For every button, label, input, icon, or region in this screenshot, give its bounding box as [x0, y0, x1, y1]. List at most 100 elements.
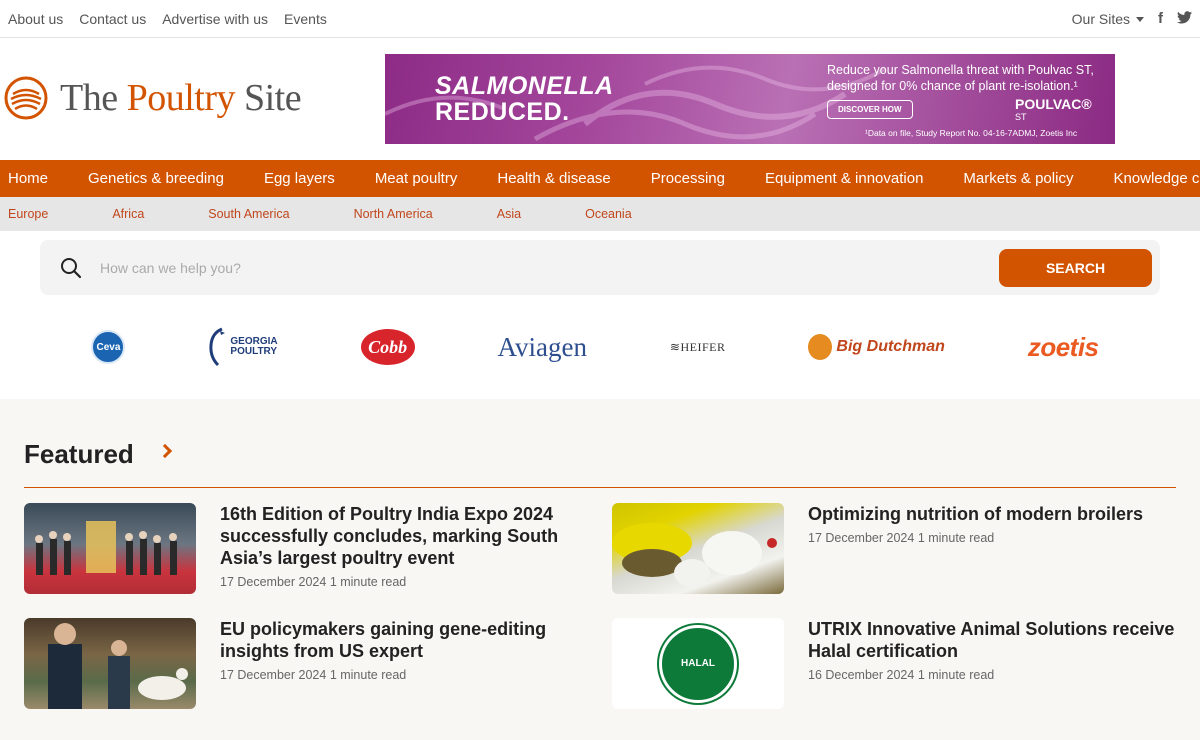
advertise-link[interactable]: Advertise with us — [162, 11, 268, 27]
our-sites-label: Our Sites — [1071, 10, 1130, 27]
region-africa[interactable]: Africa — [80, 207, 176, 221]
banner-footnote: ¹Data on file, Study Report No. 04-16-7A… — [865, 128, 1078, 138]
article-title[interactable]: Optimizing nutrition of modern broilers — [808, 503, 1143, 525]
banner-brand: POULVAC® — [1015, 96, 1092, 112]
partner-heifer[interactable]: ≋HEIFER — [670, 322, 726, 372]
article-title[interactable]: EU policymakers gaining gene-editing ins… — [220, 618, 612, 662]
nav-meat-poultry[interactable]: Meat poultry — [355, 170, 478, 187]
featured-grid: 16th Edition of Poultry India Expo 2024 … — [24, 503, 1176, 709]
article-meta: 17 December 2024 1 minute read — [220, 668, 612, 682]
about-us-link[interactable]: About us — [8, 11, 63, 27]
nav-processing[interactable]: Processing — [631, 170, 745, 187]
big-dutchman-label: Big Dutchman — [836, 338, 945, 355]
heifer-logo: ≋HEIFER — [669, 339, 726, 354]
article-date: 17 December 2024 — [220, 575, 327, 589]
article-card[interactable]: Optimizing nutrition of modern broilers … — [612, 503, 1176, 594]
article-card[interactable]: EU policymakers gaining gene-editing ins… — [24, 618, 612, 709]
article-thumbnail[interactable] — [24, 503, 196, 594]
logo-word-the: The — [60, 77, 118, 119]
region-south-america[interactable]: South America — [176, 207, 321, 221]
article-text: 16th Edition of Poultry India Expo 2024 … — [220, 503, 612, 594]
article-thumbnail[interactable] — [612, 503, 784, 594]
search-bar: SEARCH — [40, 240, 1160, 295]
banner-cta-button[interactable]: DISCOVER HOW — [827, 100, 913, 119]
article-card[interactable]: HALAL UTRIX Innovative Animal Solutions … — [612, 618, 1176, 709]
broilers-photo — [612, 523, 777, 587]
partner-georgia-poultry[interactable]: GEORGIA POULTRY — [208, 322, 278, 372]
rooster-icon — [209, 327, 226, 367]
partner-big-dutchman[interactable]: Big Dutchman — [808, 322, 945, 372]
banner-copy-line-2: designed for 0% chance of plant re-isola… — [827, 79, 1078, 93]
advert-banner[interactable]: SALMONELLA REDUCED. Reduce your Salmonel… — [385, 54, 1115, 144]
search-button[interactable]: SEARCH — [999, 248, 1152, 287]
article-read-time: 1 minute read — [917, 668, 995, 682]
events-link[interactable]: Events — [284, 11, 327, 27]
main-nav: Home Genetics & breeding Egg layers Meat… — [0, 160, 1200, 197]
featured-header[interactable]: Featured — [24, 435, 1176, 473]
dutchman-figure-icon — [808, 334, 833, 360]
banner-brand-sub: ST — [1015, 112, 1027, 122]
article-read-time: 1 minute read — [329, 668, 407, 682]
site-logo[interactable]: The Poultry Site — [4, 76, 302, 120]
nav-egg-layers[interactable]: Egg layers — [244, 170, 355, 187]
region-north-america[interactable]: North America — [322, 207, 465, 221]
partner-cobb[interactable]: Cobb — [360, 322, 415, 372]
partner-aviagen[interactable]: Aviagen — [498, 322, 587, 372]
chevron-down-icon — [1136, 17, 1144, 23]
poultry-site-logo-icon — [4, 76, 48, 120]
partner-ceva[interactable]: Ceva — [91, 322, 126, 372]
big-dutchman-logo: Big Dutchman — [808, 334, 945, 360]
expo-photo — [35, 521, 177, 575]
nav-equipment-innovation[interactable]: Equipment & innovation — [745, 170, 943, 187]
utility-right: Our Sites f — [1072, 10, 1192, 27]
article-read-time: 1 minute read — [917, 531, 995, 545]
chevron-right-icon — [157, 443, 172, 459]
article-meta: 16 December 2024 1 minute read — [808, 668, 1176, 682]
nav-home[interactable]: Home — [0, 170, 68, 187]
article-thumbnail[interactable] — [24, 618, 196, 709]
utility-links: About us Contact us Advertise with us Ev… — [8, 11, 327, 27]
banner-headline-2: REDUCED. — [435, 98, 570, 126]
article-text: Optimizing nutrition of modern broilers … — [808, 503, 1143, 594]
logo-word-site: Site — [243, 77, 302, 119]
article-thumbnail[interactable]: HALAL — [612, 618, 784, 709]
article-date: 17 December 2024 — [220, 668, 327, 682]
halal-certified-badge: HALAL — [659, 624, 737, 703]
nav-genetics-breeding[interactable]: Genetics & breeding — [68, 170, 244, 187]
region-asia[interactable]: Asia — [465, 207, 553, 221]
georgia-line-2: POULTRY — [230, 346, 278, 357]
banner-copy-line-1: Reduce your Salmonella threat with Poulv… — [827, 63, 1094, 77]
banner-headline-1: SALMONELLA — [435, 72, 614, 100]
twitter-icon[interactable] — [1177, 10, 1192, 27]
partner-logos: Ceva GEORGIA POULTRY Cobb Aviagen ≋HEIFER… — [0, 295, 1200, 399]
nav-knowledge-centre[interactable]: Knowledge centre — [1093, 170, 1200, 187]
our-sites-dropdown[interactable]: Our Sites — [1072, 11, 1144, 27]
facebook-icon[interactable]: f — [1158, 10, 1163, 27]
nav-health-disease[interactable]: Health & disease — [477, 170, 630, 187]
article-card[interactable]: 16th Edition of Poultry India Expo 2024 … — [24, 503, 612, 594]
ceva-logo: Ceva — [91, 330, 126, 364]
aviagen-logo: Aviagen — [497, 331, 587, 362]
search-section: SEARCH — [0, 231, 1200, 295]
site-header: The Poultry Site SALMONELLA REDUCED. Red… — [0, 38, 1200, 160]
article-date: 17 December 2024 — [808, 531, 915, 545]
nav-markets-policy[interactable]: Markets & policy — [943, 170, 1093, 187]
halal-badge-label: HALAL — [681, 658, 715, 669]
partner-zoetis[interactable]: zoetis — [1028, 322, 1099, 372]
article-text: EU policymakers gaining gene-editing ins… — [220, 618, 612, 709]
article-title[interactable]: UTRIX Innovative Animal Solutions receiv… — [808, 618, 1176, 662]
logo-word-poultry: Poultry — [126, 77, 236, 119]
goat-barn-photo — [48, 623, 188, 709]
featured-divider — [24, 487, 1176, 488]
search-icon — [61, 257, 82, 278]
region-europe[interactable]: Europe — [0, 207, 80, 221]
article-title[interactable]: 16th Edition of Poultry India Expo 2024 … — [220, 503, 612, 569]
contact-us-link[interactable]: Contact us — [79, 11, 146, 27]
featured-title: Featured — [24, 438, 134, 469]
featured-section: Featured 16th Edition of Poultry India E… — [0, 399, 1200, 740]
article-meta: 17 December 2024 1 minute read — [220, 575, 612, 589]
search-input[interactable] — [82, 259, 999, 276]
region-oceania[interactable]: Oceania — [553, 207, 664, 221]
zoetis-logo: zoetis — [1027, 331, 1099, 362]
banner-copy: Reduce your Salmonella threat with Poulv… — [827, 62, 1107, 94]
